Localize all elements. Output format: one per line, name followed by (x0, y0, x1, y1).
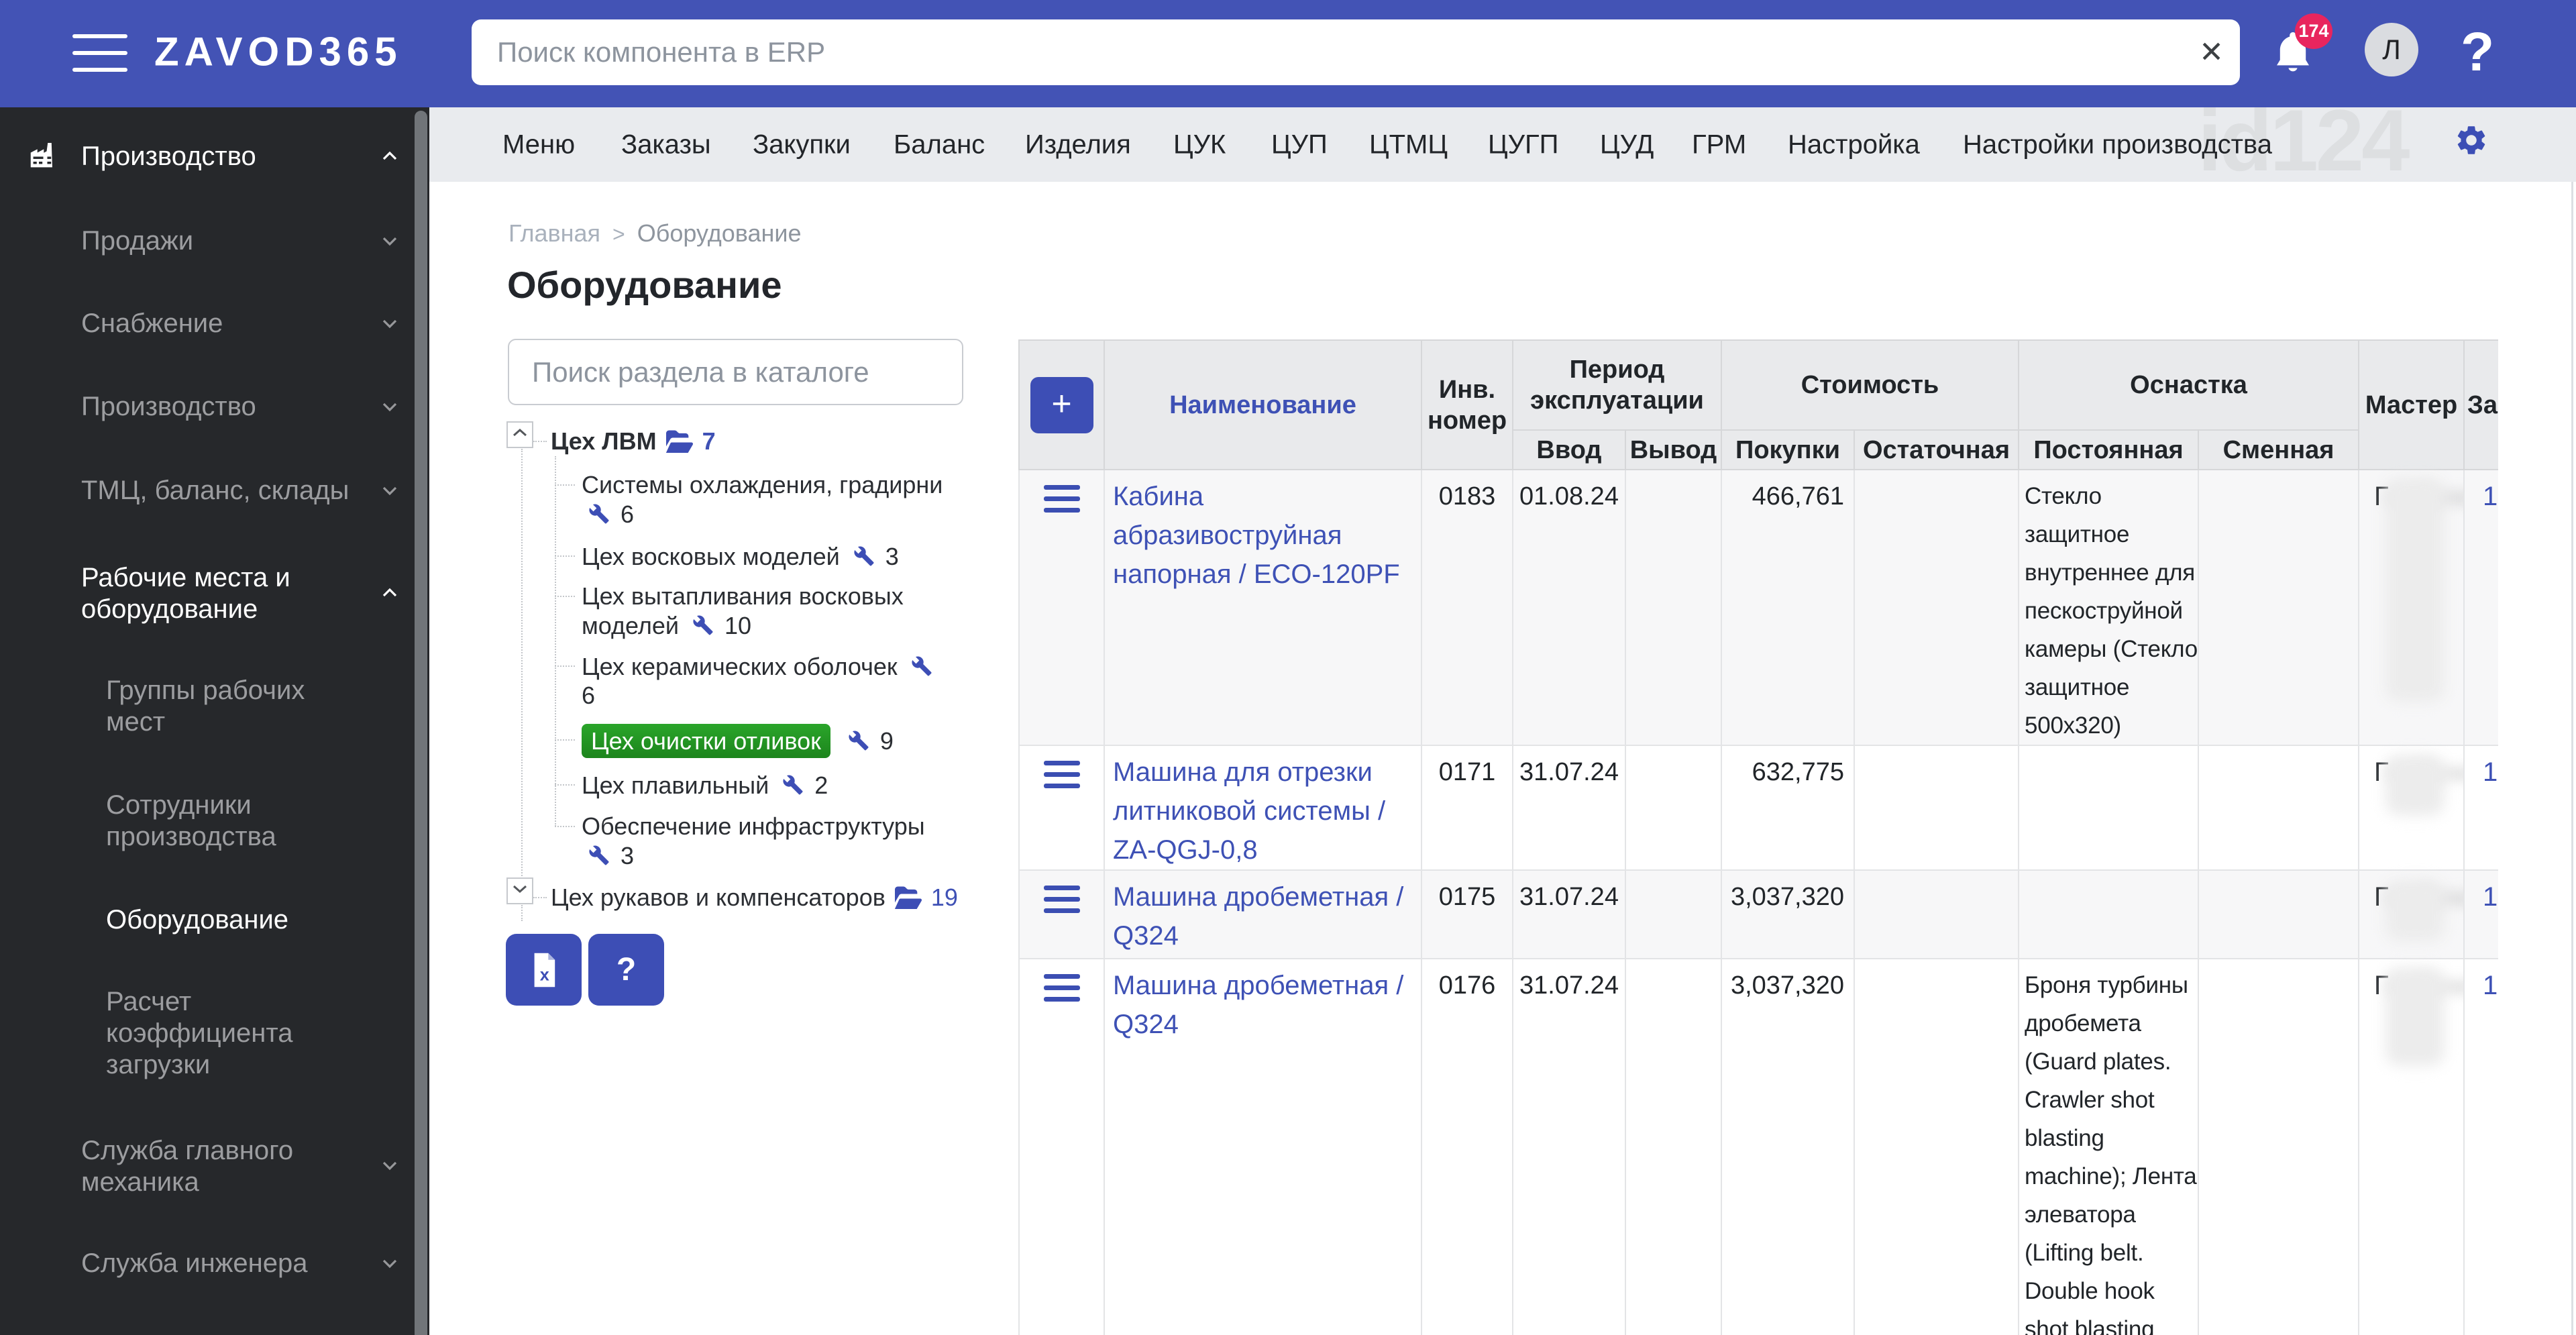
svg-text:x: x (539, 965, 549, 984)
